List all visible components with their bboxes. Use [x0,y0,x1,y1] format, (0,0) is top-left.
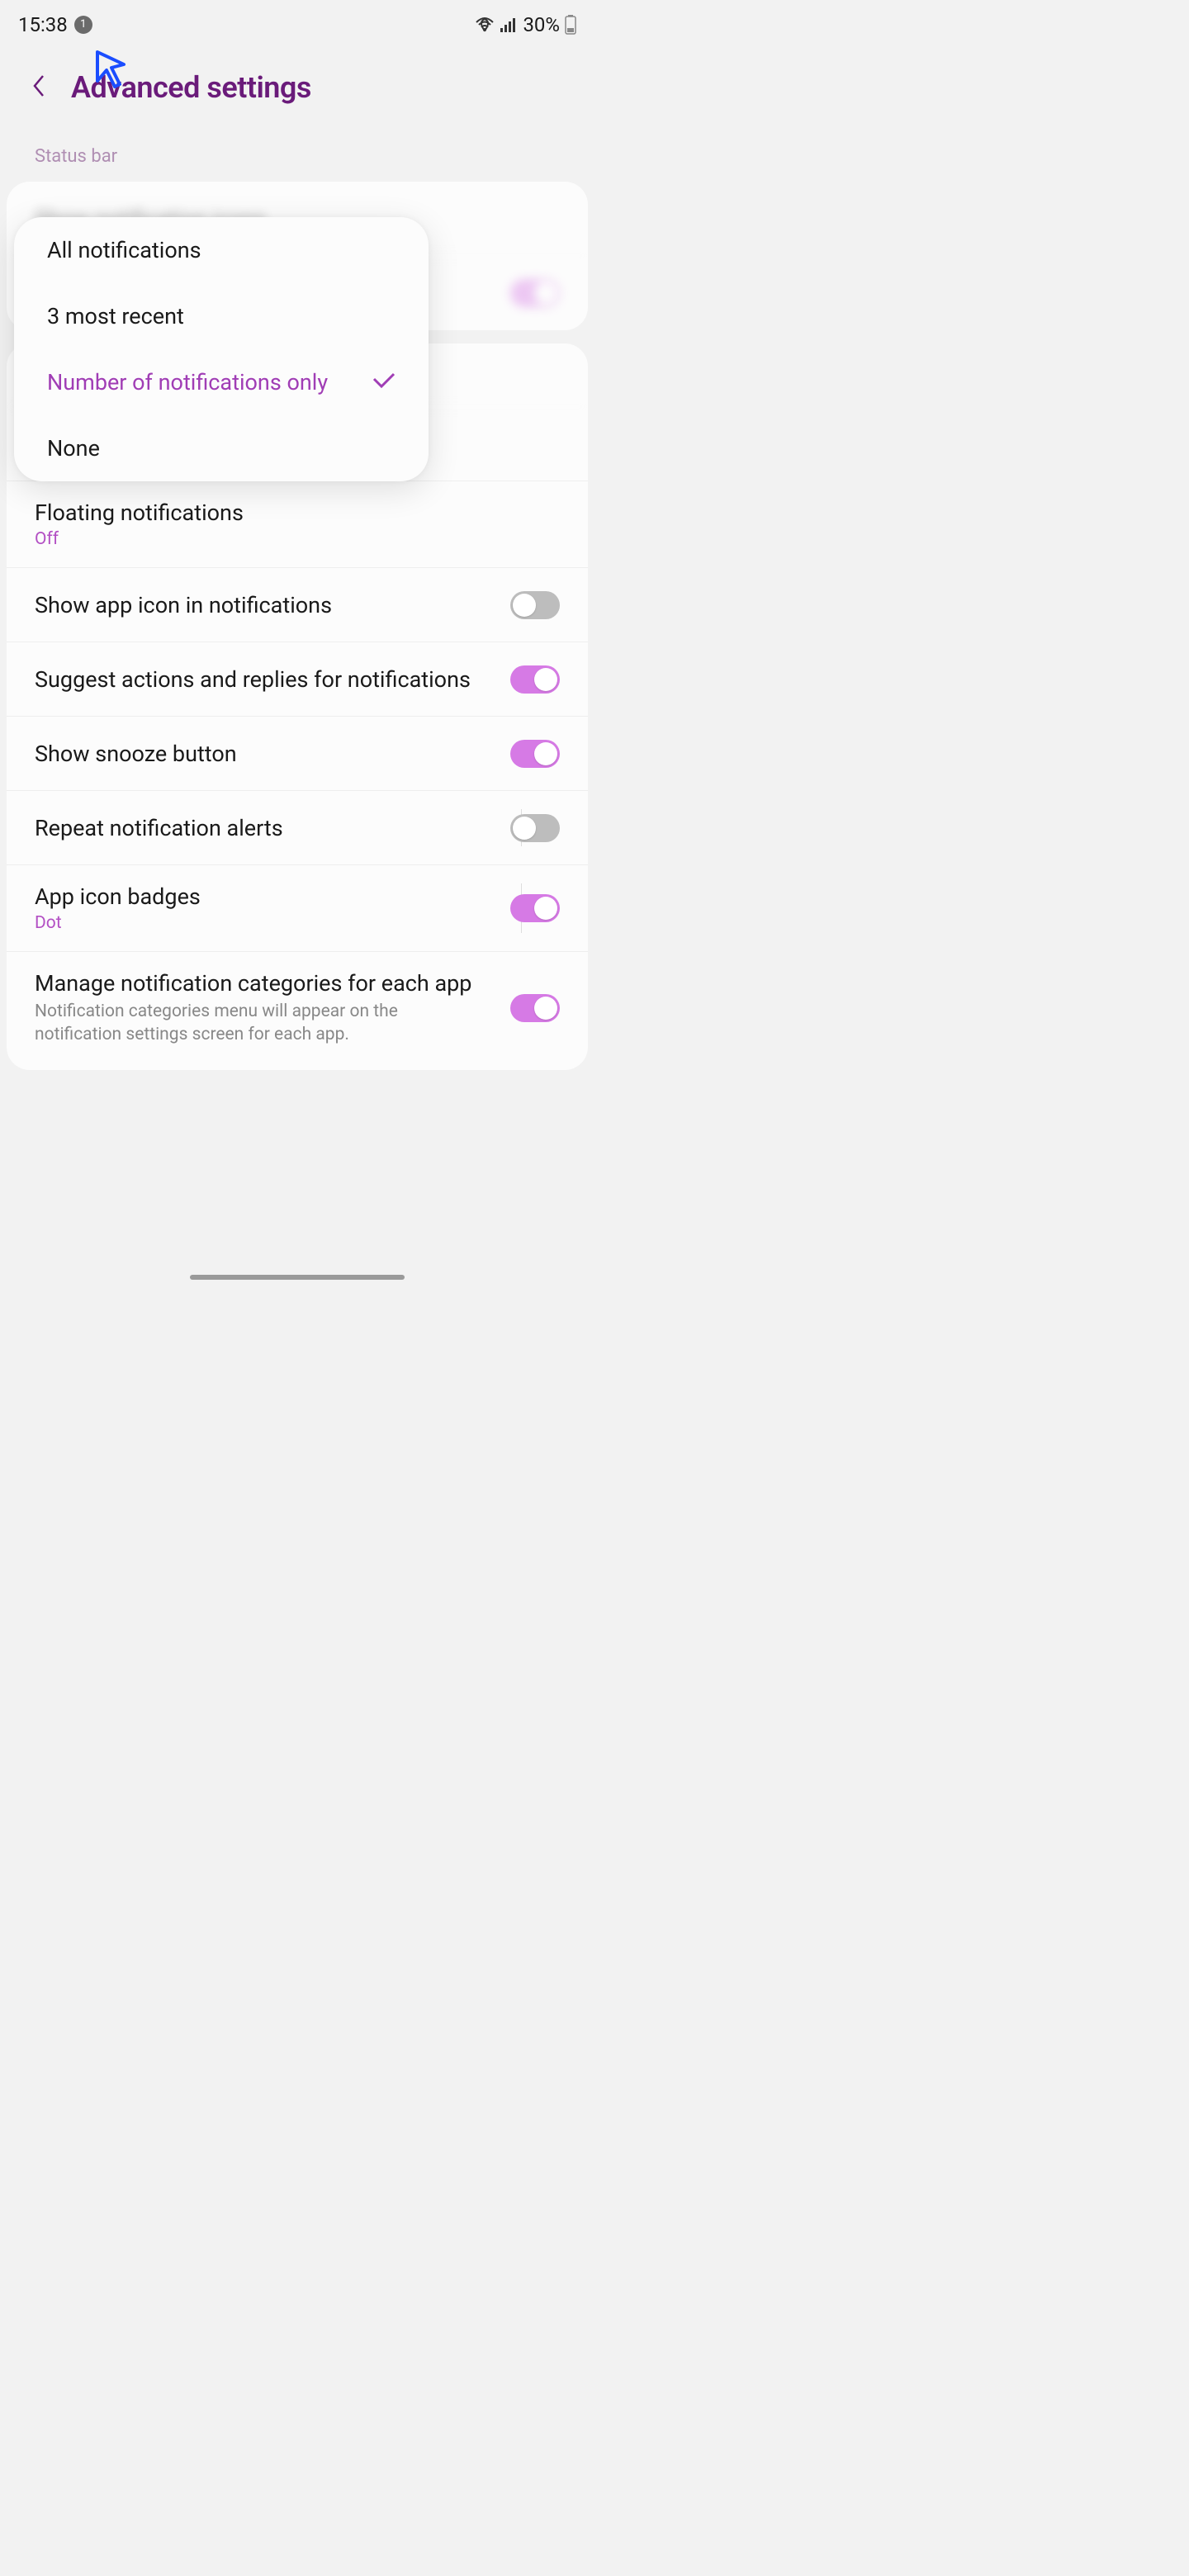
system-status-bar: 15:38 1 30% [0,0,594,45]
popup-item-label: 3 most recent [47,303,184,329]
popup-item-label: All notifications [47,237,201,263]
gesture-nav-bar[interactable] [190,1275,405,1280]
toggle-show-app-icon[interactable] [510,591,560,619]
battery-icon [565,15,576,35]
row-floating-notifications[interactable]: Floating notifications Off [7,481,588,568]
status-time: 15:38 [18,13,68,36]
dropdown-popup-notification-icons: All notifications 3 most recent Number o… [14,217,429,481]
battery-percent: 30% [523,13,560,36]
notification-count-badge: 1 [74,16,92,34]
toggle-show-snooze[interactable] [510,740,560,768]
status-left-group: 15:38 1 [18,13,92,36]
back-icon[interactable] [31,73,48,102]
row-title: Floating notifications [35,500,560,526]
row-title: Suggest actions and replies for notifica… [35,666,510,693]
row-manage-categories[interactable]: Manage notification categories for each … [7,952,588,1070]
row-title: App icon badges [35,883,510,910]
row-title: Repeat notification alerts [35,815,510,841]
row-repeat-alerts[interactable]: Repeat notification alerts [7,791,588,865]
row-description: Notification categories menu will appear… [35,1000,472,1047]
popup-item-label: None [47,435,100,462]
row-show-snooze[interactable]: Show snooze button [7,717,588,791]
cursor-pointer-icon [95,50,130,92]
row-app-icon-badges[interactable]: App icon badges Dot [7,865,588,952]
row-subtitle: Off [35,529,560,549]
popup-item-3-most-recent[interactable]: 3 most recent [14,283,429,349]
wifi-icon [475,16,495,34]
toggle-app-icon-badges[interactable] [510,894,560,922]
toggle-suggest-actions[interactable] [510,665,560,694]
row-title: Manage notification categories for each … [35,970,472,997]
toggle-repeat-alerts[interactable] [510,814,560,842]
row-suggest-actions[interactable]: Suggest actions and replies for notifica… [7,642,588,717]
popup-item-all-notifications[interactable]: All notifications [14,217,429,283]
checkmark-icon [372,372,396,392]
row-title: Show snooze button [35,741,510,767]
row-show-app-icon[interactable]: Show app icon in notifications [7,568,588,642]
row-title: Show app icon in notifications [35,592,510,618]
toggle-manage-categories[interactable] [510,994,560,1022]
status-right-group: 30% [475,13,576,36]
toggle-battery-percentage[interactable] [510,279,560,307]
row-subtitle: Dot [35,913,510,933]
popup-item-number-only[interactable]: Number of notifications only [14,349,429,415]
section-label-status-bar: Status bar [0,121,594,175]
signal-icon [500,17,518,33]
page-header: Advanced settings [0,45,594,121]
popup-item-none[interactable]: None [14,415,429,481]
popup-item-label: Number of notifications only [47,369,328,395]
